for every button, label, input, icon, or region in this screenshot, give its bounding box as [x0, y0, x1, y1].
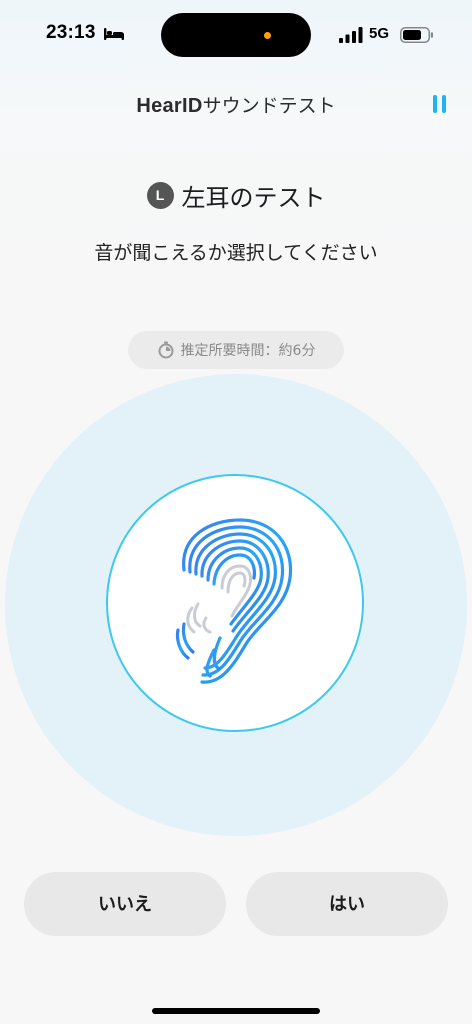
- signal-icon: [339, 27, 363, 43]
- timer-icon: [158, 341, 174, 359]
- brand-name: HearID: [136, 95, 203, 117]
- test-heading: L 左耳のテスト: [0, 178, 472, 218]
- status-time: 23:13: [46, 22, 96, 43]
- home-indicator[interactable]: [152, 1008, 320, 1014]
- privacy-indicator-dot: [264, 32, 271, 39]
- pause-icon-bar-right: [442, 95, 446, 113]
- pause-icon-bar-left: [433, 95, 437, 113]
- ear-icon: [175, 518, 293, 684]
- dynamic-island: [161, 13, 311, 57]
- instruction-text: 音が聞こえるか選択してください: [94, 242, 378, 264]
- yes-button[interactable]: はい: [246, 872, 448, 936]
- status-bar: 23:13 5G: [0, 0, 472, 60]
- network-type: 5G: [369, 25, 390, 42]
- page-title-suffix: サウンドテスト: [202, 95, 336, 117]
- test-title: 左耳のテスト: [181, 184, 326, 212]
- bed-icon: [104, 28, 124, 40]
- left-ear-badge: L: [146, 182, 174, 209]
- no-button[interactable]: いいえ: [24, 872, 226, 936]
- app-header: HearIDサウンドテスト: [0, 85, 472, 125]
- page-title: HearIDサウンドテスト: [0, 91, 472, 118]
- estimated-time-label: 推定所要時間：約6分: [180, 343, 316, 359]
- pause-button[interactable]: [430, 95, 450, 117]
- estimated-time-pill: 推定所要時間：約6分: [128, 331, 344, 369]
- battery-icon: [400, 27, 433, 43]
